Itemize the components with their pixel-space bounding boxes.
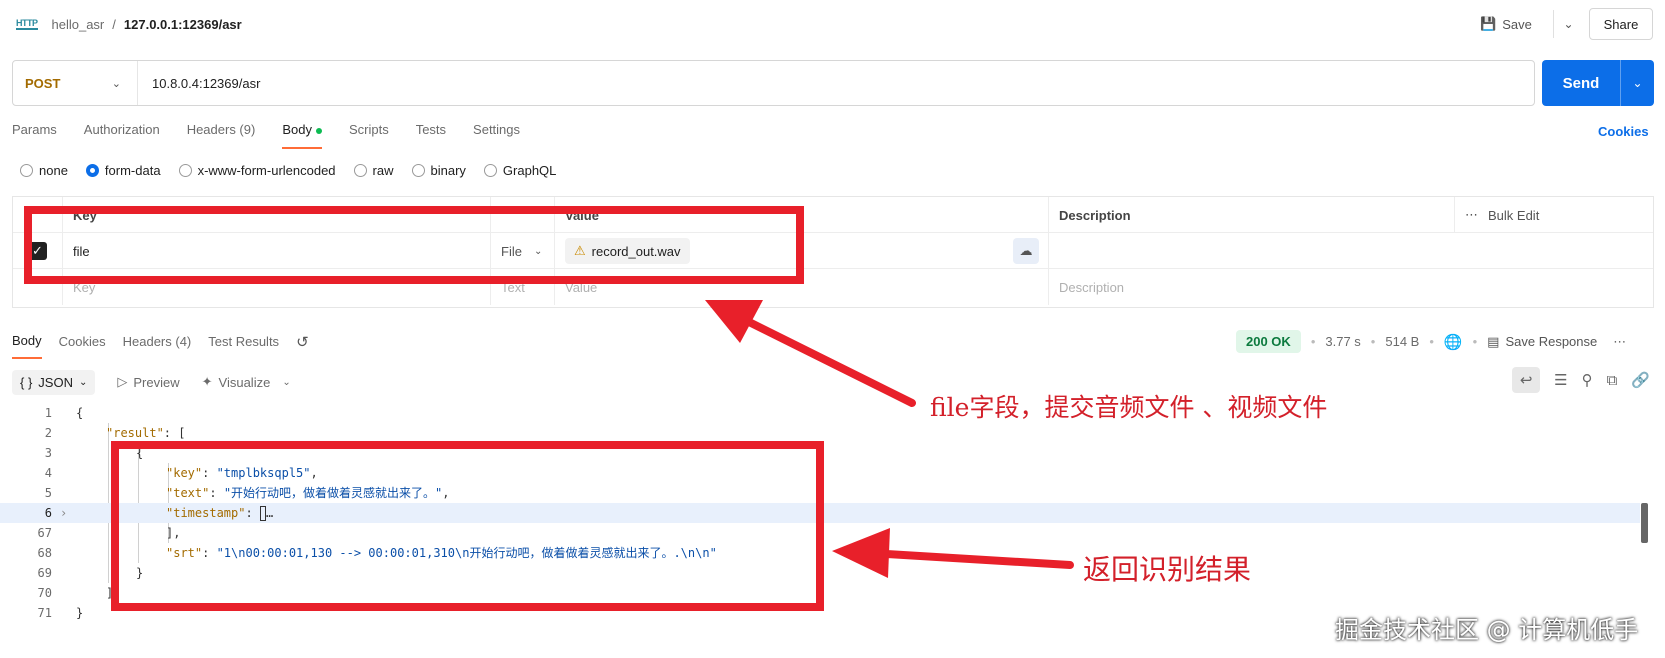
watermark: 掘金技术社区 @ 计算机低手 [1335,616,1639,644]
annotation-arrows [705,300,1074,578]
arrow-head-result [832,528,890,578]
annotation-result-note: 返回识别结果 [1083,553,1252,586]
arrow-line-result [866,549,1074,569]
arrow-line-file [731,311,916,407]
annotation-file-note: file字段，提交音频文件 、视频文件 [930,393,1328,422]
